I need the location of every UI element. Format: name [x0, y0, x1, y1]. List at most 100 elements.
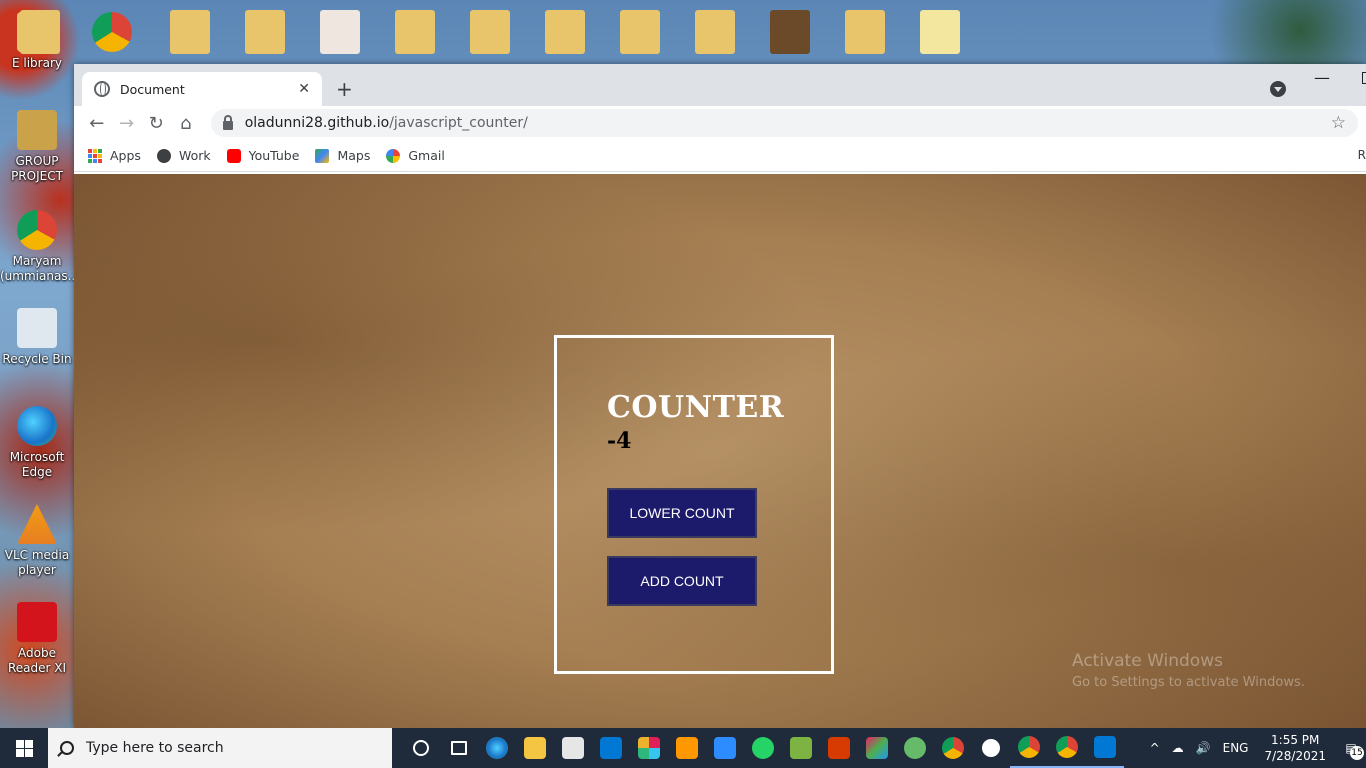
volume-icon[interactable]: 🔊	[1196, 741, 1211, 755]
reload-button[interactable]: ↻	[141, 108, 171, 138]
bookmark-work[interactable]: Work	[156, 148, 211, 163]
recycle-bin-icon	[17, 308, 57, 348]
new-tab-button[interactable]: +	[336, 77, 353, 101]
desktop-icon-edge[interactable]: Microsoft Edge	[0, 406, 74, 480]
folder-icon[interactable]	[470, 10, 510, 54]
mail-icon[interactable]	[592, 728, 630, 768]
desktop-icon-group-project[interactable]: GROUP PROJECT	[0, 110, 74, 184]
counter-box: COUNTER -4 LOWER COUNT ADD COUNT	[554, 335, 834, 674]
activate-windows-title: Activate Windows	[1072, 651, 1223, 671]
google-icon	[386, 148, 401, 163]
edge-icon	[17, 406, 57, 446]
browser-toolbar: ← → ↻ ⌂ oladunni28.github.io/javascript_…	[74, 106, 1366, 140]
folder-icon	[17, 12, 57, 52]
sourcetree-icon[interactable]	[858, 728, 896, 768]
settings-gear-icon[interactable]	[972, 728, 1010, 768]
folder-icon[interactable]	[245, 10, 285, 54]
folder-icon[interactable]	[620, 10, 660, 54]
url-host: oladunni28.github.io	[244, 115, 390, 131]
cortana-icon[interactable]	[402, 728, 440, 768]
vscode-icon[interactable]	[1086, 728, 1124, 768]
windows-logo-icon	[15, 739, 33, 757]
sublime-text-icon[interactable]	[668, 728, 706, 768]
search-placeholder: Type here to search	[86, 740, 224, 756]
image-file-icon[interactable]	[770, 10, 810, 54]
tab-strip: Document ✕ + —	[74, 64, 1366, 106]
notification-center-button[interactable]: ▤ 15	[1336, 728, 1366, 768]
address-bar[interactable]: oladunni28.github.io/javascript_counter/…	[210, 109, 1359, 137]
activate-windows-watermark: Activate Windows Go to Settings to activ…	[1072, 650, 1305, 694]
pdf-file-icon[interactable]	[320, 10, 360, 54]
desktop-icon-recycle-bin[interactable]: Recycle Bin	[0, 308, 74, 367]
desktop-icon-maryam[interactable]: Maryam (ummianas...	[0, 210, 79, 284]
bookmark-youtube[interactable]: YouTube	[226, 148, 299, 163]
back-button[interactable]: ←	[82, 108, 112, 138]
store-icon[interactable]	[554, 728, 592, 768]
apps-grid-icon	[88, 148, 102, 163]
tab-search-icon[interactable]	[1270, 81, 1286, 97]
youtube-icon	[226, 148, 241, 163]
desktop-icon-adobe-reader[interactable]: Adobe Reader XI	[0, 602, 74, 676]
cloud-icon[interactable]: ☁	[1172, 741, 1184, 755]
activate-windows-subtitle: Go to Settings to activate Windows.	[1072, 675, 1305, 690]
file-explorer-icon[interactable]	[516, 728, 554, 768]
globe-icon	[156, 148, 171, 163]
system-tray: ^ ☁ 🔊 ENG 1:55 PM 7/28/2021 ▤ 15	[1144, 728, 1366, 768]
folder-icon[interactable]	[170, 10, 210, 54]
start-button[interactable]	[0, 728, 48, 768]
bookmark-apps[interactable]: Apps	[88, 148, 141, 163]
reading-list-button[interactable]: R	[1358, 148, 1366, 162]
whatsapp-icon[interactable]	[744, 728, 782, 768]
folder-icon	[17, 110, 57, 150]
vlc-icon	[17, 504, 57, 544]
add-count-button[interactable]: ADD COUNT	[607, 556, 757, 606]
counter-title: COUNTER	[607, 390, 785, 425]
bookmark-star-icon[interactable]: ☆	[1331, 113, 1346, 133]
bookmarks-bar: Apps Work YouTube Maps Gmail R	[74, 140, 1366, 172]
js-file-icon[interactable]	[920, 10, 960, 54]
forward-button[interactable]: →	[112, 108, 142, 138]
minimize-button[interactable]: —	[1314, 68, 1330, 87]
folder-app-icon[interactable]	[782, 728, 820, 768]
lock-icon[interactable]	[222, 114, 233, 130]
atom-icon[interactable]	[896, 728, 934, 768]
chrome-taskbar-icon[interactable]	[934, 728, 972, 768]
maps-icon	[315, 148, 330, 163]
taskbar-search[interactable]: Type here to search	[48, 728, 392, 768]
url-path: /javascript_counter/	[389, 115, 528, 131]
chrome-profile-m-icon[interactable]	[1010, 728, 1048, 768]
adobe-reader-icon	[17, 602, 57, 642]
clock-time: 1:55 PM	[1271, 733, 1320, 747]
chevron-up-icon[interactable]: ^	[1150, 741, 1160, 755]
desktop-icon-e-library[interactable]: E library	[0, 12, 74, 71]
notification-count-badge: 15	[1350, 746, 1364, 760]
taskbar-apps	[402, 728, 1124, 768]
task-view-icon[interactable]	[440, 728, 478, 768]
office-icon[interactable]	[820, 728, 858, 768]
bookmark-gmail[interactable]: Gmail	[386, 148, 445, 163]
chrome-icon[interactable]	[92, 12, 132, 52]
zoom-icon[interactable]	[706, 728, 744, 768]
folder-icon[interactable]	[845, 10, 885, 54]
tab-title: Document	[120, 81, 185, 97]
globe-icon	[94, 81, 110, 97]
folder-icon[interactable]	[695, 10, 735, 54]
clock[interactable]: 1:55 PM 7/28/2021	[1264, 732, 1326, 764]
chrome-profile-u-icon[interactable]	[1048, 728, 1086, 768]
tab-document[interactable]: Document ✕	[82, 72, 322, 106]
clock-date: 7/28/2021	[1264, 749, 1326, 763]
counter-value: -4	[607, 428, 632, 454]
maximize-button[interactable]	[1362, 72, 1366, 84]
home-button[interactable]: ⌂	[171, 108, 201, 138]
folder-icon[interactable]	[395, 10, 435, 54]
search-icon	[60, 741, 74, 755]
language-indicator[interactable]: ENG	[1223, 741, 1249, 755]
page-content: COUNTER -4 LOWER COUNT ADD COUNT Activat…	[74, 174, 1366, 728]
edge-taskbar-icon[interactable]	[478, 728, 516, 768]
close-tab-icon[interactable]: ✕	[298, 81, 310, 97]
folder-icon[interactable]	[545, 10, 585, 54]
desktop-icon-vlc[interactable]: VLC media player	[0, 504, 74, 578]
bookmark-maps[interactable]: Maps	[315, 148, 370, 163]
slack-icon[interactable]	[630, 728, 668, 768]
lower-count-button[interactable]: LOWER COUNT	[607, 488, 757, 538]
